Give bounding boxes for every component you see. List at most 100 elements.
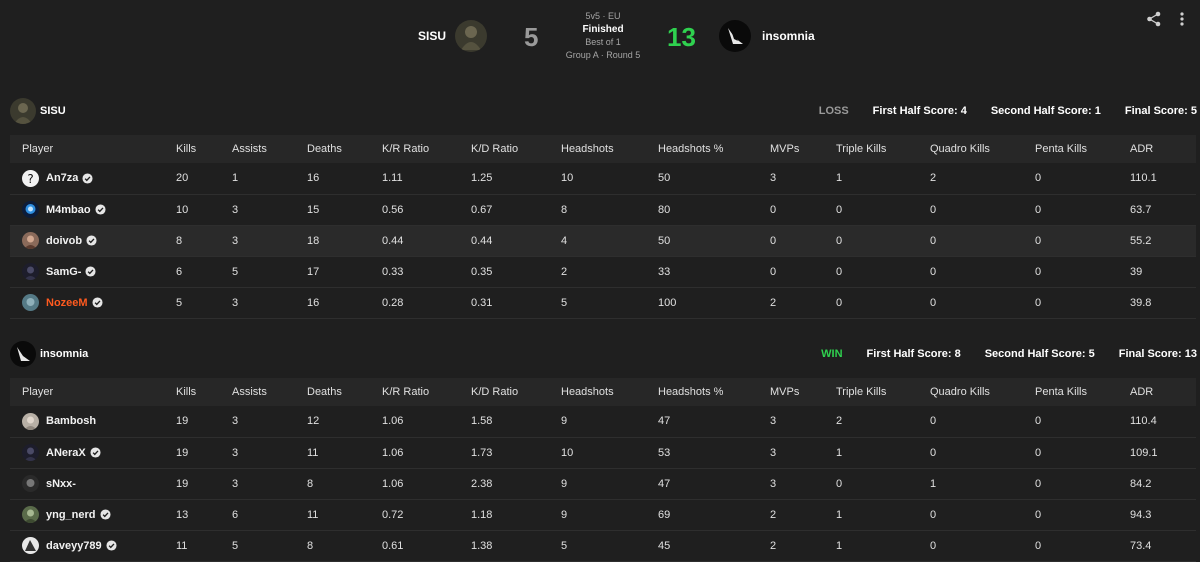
stat-cell-kills: 19 bbox=[176, 468, 232, 500]
stat-cell-adr: 94.3 bbox=[1130, 499, 1196, 531]
player-avatar[interactable] bbox=[22, 444, 39, 461]
column-header[interactable]: MVPs bbox=[770, 135, 836, 163]
player-avatar[interactable] bbox=[22, 294, 39, 311]
table-row[interactable]: yng_nerd 13 6 11 0.72 1.18 9 69 2 1 0 0 94.3 bbox=[10, 499, 1196, 531]
player-name[interactable]: daveyy789 bbox=[46, 540, 102, 552]
column-header[interactable]: K/D Ratio bbox=[471, 135, 561, 163]
player-cell: daveyy789 bbox=[10, 530, 176, 562]
stat-cell-triple-kills: 1 bbox=[836, 163, 930, 195]
player-stats-table-sisu: Player Kills Assists Deaths K/R Ratio K/D Rat… bbox=[10, 135, 1196, 319]
stat-cell-k-d-ratio: 0.31 bbox=[471, 287, 561, 319]
table-row[interactable]: Bambosh 19 3 12 1.06 1.58 9 47 3 2 0 0 110.4 bbox=[10, 406, 1196, 438]
column-header[interactable]: Triple Kills bbox=[836, 378, 930, 406]
column-header[interactable]: Player bbox=[10, 135, 176, 163]
column-header[interactable]: Kills bbox=[176, 378, 232, 406]
verified-icon bbox=[86, 235, 97, 246]
team1-name[interactable]: SISU bbox=[418, 29, 446, 43]
team1-logo[interactable] bbox=[455, 20, 487, 52]
player-name[interactable]: NozeeM bbox=[46, 297, 88, 309]
stat-cell-penta-kills: 0 bbox=[1035, 287, 1130, 319]
player-name[interactable]: An7za bbox=[46, 172, 78, 184]
team2-name[interactable]: insomnia bbox=[762, 29, 815, 43]
table-row[interactable]: SamG- 6 5 17 0.33 0.35 2 33 0 0 0 0 39 bbox=[10, 256, 1196, 288]
column-header[interactable]: Quadro Kills bbox=[930, 378, 1035, 406]
player-cell: Bambosh bbox=[10, 406, 176, 438]
column-header[interactable]: Headshots bbox=[561, 378, 658, 406]
column-header[interactable]: Penta Kills bbox=[1035, 135, 1130, 163]
stat-cell-assists: 6 bbox=[232, 499, 307, 531]
table-row[interactable]: daveyy789 11 5 8 0.61 1.38 5 45 2 1 0 0 73.4 bbox=[10, 530, 1196, 562]
stat-cell-k-r-ratio: 0.61 bbox=[382, 530, 471, 562]
column-header[interactable]: Headshots bbox=[561, 135, 658, 163]
table-row[interactable]: ANeraX 19 3 11 1.06 1.73 10 53 3 1 0 0 109.1 bbox=[10, 437, 1196, 469]
stat-cell-k-d-ratio: 1.58 bbox=[471, 406, 561, 438]
stat-cell-quadro-kills: 2 bbox=[930, 163, 1035, 195]
stat-cell-assists: 3 bbox=[232, 406, 307, 438]
stat-cell-headshots: 5 bbox=[561, 530, 658, 562]
table-row[interactable]: ? An7za 20 1 16 1.11 1.25 10 50 3 1 2 0 110.1 bbox=[10, 163, 1196, 195]
stat-cell-adr: 55.2 bbox=[1130, 225, 1196, 257]
column-header[interactable]: ADR bbox=[1130, 135, 1196, 163]
table-row[interactable]: M4mbao 10 3 15 0.56 0.67 8 80 0 0 0 0 63.7 bbox=[10, 194, 1196, 226]
player-avatar[interactable]: ? bbox=[22, 169, 39, 187]
column-header[interactable]: Deaths bbox=[307, 378, 382, 406]
column-header[interactable]: K/R Ratio bbox=[382, 378, 471, 406]
stat-cell-triple-kills: 1 bbox=[836, 530, 930, 562]
verified-icon bbox=[106, 540, 117, 551]
stat-cell-penta-kills: 0 bbox=[1035, 163, 1130, 195]
player-name[interactable]: yng_nerd bbox=[46, 509, 96, 521]
team-name[interactable]: SISU bbox=[40, 105, 66, 117]
team-name[interactable]: insomnia bbox=[40, 348, 88, 360]
player-name[interactable]: sNxx- bbox=[46, 478, 76, 490]
stat-cell-headshots: 69 bbox=[658, 499, 770, 531]
team-score-summary: LOSS First Half Score: 4 Second Half Sco… bbox=[795, 105, 1197, 117]
stat-cell-kills: 11 bbox=[176, 530, 232, 562]
column-header[interactable]: Triple Kills bbox=[836, 135, 930, 163]
match-status: Finished bbox=[582, 24, 624, 35]
more-vertical-icon[interactable] bbox=[1176, 10, 1196, 30]
stat-cell-assists: 3 bbox=[232, 225, 307, 257]
share-icon[interactable] bbox=[1145, 10, 1165, 30]
column-header[interactable]: Assists bbox=[232, 378, 307, 406]
stat-cell-k-r-ratio: 0.28 bbox=[382, 287, 471, 319]
player-name[interactable]: doivob bbox=[46, 235, 82, 247]
player-name[interactable]: Bambosh bbox=[46, 415, 96, 427]
stat-cell-mvps: 0 bbox=[770, 256, 836, 288]
table-row[interactable]: doivob 8 3 18 0.44 0.44 4 50 0 0 0 0 55.2 bbox=[10, 225, 1196, 257]
player-cell: ? An7za bbox=[10, 163, 176, 195]
column-header[interactable]: Headshots % bbox=[658, 135, 770, 163]
player-cell: SamG- bbox=[10, 256, 176, 288]
stat-cell-triple-kills: 1 bbox=[836, 437, 930, 469]
stat-cell-headshots: 33 bbox=[658, 256, 770, 288]
player-avatar[interactable] bbox=[22, 475, 39, 492]
table-row[interactable]: NozeeM 5 3 16 0.28 0.31 5 100 2 0 0 0 39.8 bbox=[10, 287, 1196, 319]
match-best-of: Best of 1 bbox=[585, 37, 621, 47]
table-row[interactable]: sNxx- 19 3 8 1.06 2.38 9 47 3 0 1 0 84.2 bbox=[10, 468, 1196, 500]
player-avatar[interactable] bbox=[22, 232, 39, 249]
column-header[interactable]: MVPs bbox=[770, 378, 836, 406]
player-avatar[interactable] bbox=[22, 506, 39, 523]
player-avatar[interactable] bbox=[22, 201, 39, 218]
player-name[interactable]: ANeraX bbox=[46, 447, 86, 459]
column-header[interactable]: Quadro Kills bbox=[930, 135, 1035, 163]
team2-logo[interactable] bbox=[719, 20, 751, 52]
stat-cell-quadro-kills: 0 bbox=[930, 256, 1035, 288]
player-stats-table-insomnia: Player Kills Assists Deaths K/R Ratio K/D Rat… bbox=[10, 378, 1196, 562]
table-header-row: Player Kills Assists Deaths K/R Ratio K/D Rat… bbox=[10, 378, 1196, 406]
column-header[interactable]: ADR bbox=[1130, 378, 1196, 406]
player-avatar[interactable] bbox=[22, 412, 39, 430]
column-header[interactable]: Penta Kills bbox=[1035, 378, 1130, 406]
column-header[interactable]: Player bbox=[10, 378, 176, 406]
column-header[interactable]: K/D Ratio bbox=[471, 378, 561, 406]
stat-cell-headshots: 45 bbox=[658, 530, 770, 562]
column-header[interactable]: K/R Ratio bbox=[382, 135, 471, 163]
column-header[interactable]: Kills bbox=[176, 135, 232, 163]
player-avatar[interactable] bbox=[22, 263, 39, 280]
player-avatar[interactable] bbox=[22, 537, 39, 554]
column-header[interactable]: Headshots % bbox=[658, 378, 770, 406]
stat-cell-k-r-ratio: 1.06 bbox=[382, 468, 471, 500]
player-name[interactable]: M4mbao bbox=[46, 204, 91, 216]
player-name[interactable]: SamG- bbox=[46, 266, 81, 278]
column-header[interactable]: Assists bbox=[232, 135, 307, 163]
column-header[interactable]: Deaths bbox=[307, 135, 382, 163]
